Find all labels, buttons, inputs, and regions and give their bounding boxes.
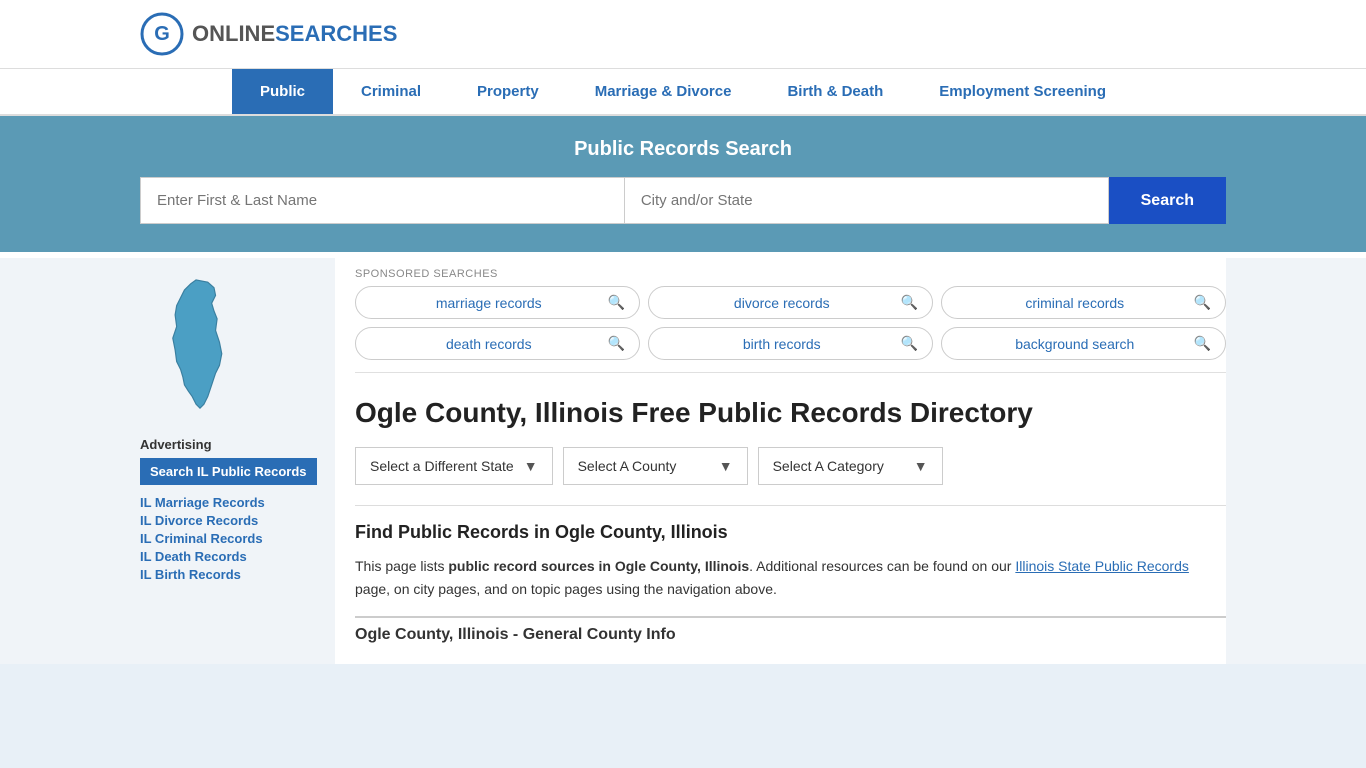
county-info-title: Ogle County, Illinois - General County I…	[355, 616, 1226, 644]
county-dropdown-label: Select A County	[578, 458, 677, 474]
sidebar-link-criminal[interactable]: IL Criminal Records	[140, 531, 323, 546]
find-records-text: This page lists public record sources in…	[355, 555, 1226, 600]
sidebar-link-death[interactable]: IL Death Records	[140, 549, 323, 564]
state-dropdown[interactable]: Select a Different State ▼	[355, 447, 553, 485]
sponsored-marriage-text: marriage records	[370, 295, 608, 311]
search-icon-3: 🔍	[1194, 294, 1211, 311]
main-nav: Public Criminal Property Marriage & Divo…	[0, 69, 1366, 116]
logo-searches-text: SEARCHES	[275, 21, 397, 46]
logo-text: ONLINESEARCHES	[192, 21, 397, 47]
name-input[interactable]	[140, 177, 624, 224]
search-icon-4: 🔍	[608, 335, 625, 352]
find-records-title: Find Public Records in Ogle County, Illi…	[355, 505, 1226, 543]
nav-marriage-divorce[interactable]: Marriage & Divorce	[567, 69, 760, 114]
search-banner-title: Public Records Search	[140, 138, 1226, 161]
sponsored-birth-text: birth records	[663, 336, 901, 352]
sponsored-criminal-text: criminal records	[956, 295, 1194, 311]
nav-property[interactable]: Property	[449, 69, 567, 114]
search-icon-1: 🔍	[608, 294, 625, 311]
logo-area[interactable]: G ONLINESEARCHES	[140, 12, 397, 56]
search-icon-6: 🔍	[1194, 335, 1211, 352]
search-form: Search	[140, 177, 1226, 224]
header: G ONLINESEARCHES	[0, 0, 1366, 69]
state-dropdown-arrow: ▼	[524, 458, 538, 474]
logo-online-text: ONLINE	[192, 21, 275, 46]
sidebar-link-birth[interactable]: IL Birth Records	[140, 567, 323, 582]
svg-text:G: G	[154, 23, 170, 45]
search-button[interactable]: Search	[1109, 177, 1226, 224]
sponsored-criminal[interactable]: criminal records 🔍	[941, 286, 1226, 319]
state-dropdown-label: Select a Different State	[370, 458, 514, 474]
sponsored-section: SPONSORED SEARCHES marriage records 🔍 di…	[355, 258, 1226, 373]
sidebar: Advertising Search IL Public Records IL …	[140, 258, 335, 664]
search-icon-5: 🔍	[901, 335, 918, 352]
category-dropdown-arrow: ▼	[914, 458, 928, 474]
sponsored-death[interactable]: death records 🔍	[355, 327, 640, 360]
nav-birth-death[interactable]: Birth & Death	[759, 69, 911, 114]
sponsored-background[interactable]: background search 🔍	[941, 327, 1226, 360]
find-text-1: This page lists	[355, 558, 448, 574]
sidebar-advertising-label: Advertising	[140, 437, 323, 452]
sponsored-divorce-text: divorce records	[663, 295, 901, 311]
sponsored-marriage[interactable]: marriage records 🔍	[355, 286, 640, 319]
nav-employment[interactable]: Employment Screening	[911, 69, 1134, 114]
search-icon-2: 🔍	[901, 294, 918, 311]
location-input[interactable]	[624, 177, 1109, 224]
page-title: Ogle County, Illinois Free Public Record…	[355, 395, 1033, 431]
category-dropdown[interactable]: Select A Category ▼	[758, 447, 943, 485]
sponsored-grid: marriage records 🔍 divorce records 🔍 cri…	[355, 286, 1226, 372]
nav-criminal[interactable]: Criminal	[333, 69, 449, 114]
logo-icon: G	[140, 12, 184, 56]
category-dropdown-label: Select A Category	[773, 458, 884, 474]
nav-public[interactable]: Public	[232, 69, 333, 114]
county-dropdown[interactable]: Select A County ▼	[563, 447, 748, 485]
sponsored-divorce[interactable]: divorce records 🔍	[648, 286, 933, 319]
county-dropdown-arrow: ▼	[719, 458, 733, 474]
content-area: SPONSORED SEARCHES marriage records 🔍 di…	[335, 258, 1226, 664]
find-bold-text: public record sources in Ogle County, Il…	[448, 558, 749, 574]
dropdowns-area: Select a Different State ▼ Select A Coun…	[355, 447, 1226, 485]
main-layout: Advertising Search IL Public Records IL …	[0, 258, 1366, 664]
sponsored-birth[interactable]: birth records 🔍	[648, 327, 933, 360]
state-map	[140, 276, 323, 419]
find-link[interactable]: Illinois State Public Records	[1015, 558, 1189, 574]
find-text-2: . Additional resources can be found on o…	[749, 558, 1015, 574]
sponsored-background-text: background search	[956, 336, 1194, 352]
sidebar-link-marriage[interactable]: IL Marriage Records	[140, 495, 323, 510]
page-title-area: Ogle County, Illinois Free Public Record…	[355, 373, 1226, 447]
sidebar-search-button[interactable]: Search IL Public Records	[140, 458, 317, 485]
sponsored-death-text: death records	[370, 336, 608, 352]
sidebar-link-divorce[interactable]: IL Divorce Records	[140, 513, 323, 528]
search-banner: Public Records Search Search	[0, 116, 1366, 252]
find-text-3: page, on city pages, and on topic pages …	[355, 581, 777, 597]
sponsored-label: SPONSORED SEARCHES	[355, 268, 1226, 280]
